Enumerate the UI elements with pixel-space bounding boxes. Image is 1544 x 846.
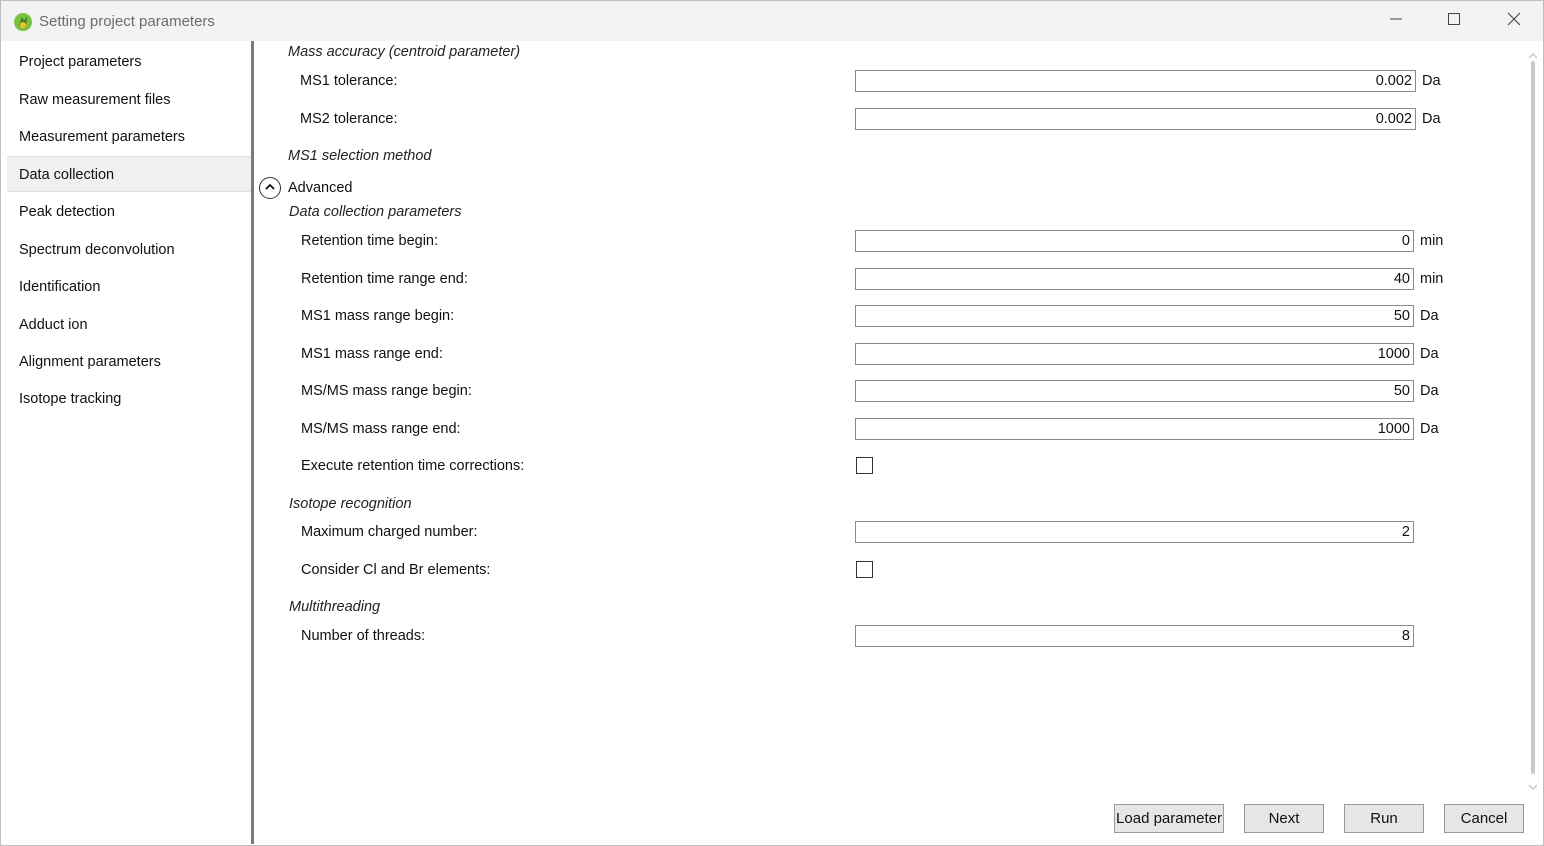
title-bar: Setting project parameters — [1, 1, 1543, 41]
ms1-mass-end-input[interactable]: 1000 — [855, 343, 1414, 365]
chevron-up-circle-icon — [264, 180, 276, 196]
mass-accuracy-title: Mass accuracy (centroid parameter) — [288, 44, 521, 60]
ms1-tolerance-unit: Da — [1422, 73, 1441, 89]
cl-br-checkbox[interactable] — [856, 561, 873, 578]
window-title: Setting project parameters — [39, 13, 215, 30]
next-button[interactable]: Next — [1244, 804, 1324, 833]
ms2-tolerance-unit: Da — [1422, 111, 1441, 127]
sidebar-item-raw-measurement-files[interactable]: Raw measurement files — [7, 82, 251, 118]
cl-br-label: Consider Cl and Br elements: — [301, 562, 491, 578]
data-collection-title: Data collection parameters — [289, 204, 462, 220]
rt-begin-label: Retention time begin: — [301, 233, 439, 249]
ms1-tolerance-label: MS1 tolerance: — [300, 73, 398, 89]
maximize-button[interactable] — [1425, 1, 1483, 41]
sidebar-item-data-collection[interactable]: Data collection — [7, 156, 251, 192]
parameters-panel: Mass accuracy (centroid parameter) MS1 t… — [257, 41, 1527, 801]
minimize-icon — [1389, 12, 1403, 30]
msms-mass-end-unit: Da — [1420, 421, 1439, 437]
scroll-up-arrow-icon[interactable] — [1528, 48, 1538, 59]
max-charge-input[interactable]: 2 — [855, 521, 1414, 543]
cancel-button[interactable]: Cancel — [1444, 804, 1524, 833]
sidebar-item-project-parameters[interactable]: Project parameters — [7, 44, 251, 80]
multithreading-title: Multithreading — [289, 599, 381, 615]
ms2-tolerance-label: MS2 tolerance: — [300, 111, 398, 127]
load-parameter-button[interactable]: Load parameter — [1114, 804, 1224, 833]
advanced-label[interactable]: Advanced — [288, 180, 353, 196]
sidebar-nav: Project parameters Raw measurement files… — [4, 41, 254, 844]
app-leaf-icon — [13, 12, 33, 32]
msms-mass-begin-unit: Da — [1420, 383, 1439, 399]
sidebar-item-spectrum-deconvolution[interactable]: Spectrum deconvolution — [7, 232, 251, 268]
sidebar-item-peak-detection[interactable]: Peak detection — [7, 194, 251, 230]
ms1-mass-begin-unit: Da — [1420, 308, 1439, 324]
ms2-tolerance-input[interactable]: 0.002 — [855, 108, 1416, 130]
ms1-mass-begin-label: MS1 mass range begin: — [301, 308, 455, 324]
msms-mass-end-input[interactable]: 1000 — [855, 418, 1414, 440]
ms1-tolerance-input[interactable]: 0.002 — [855, 70, 1416, 92]
msms-mass-end-label: MS/MS mass range end: — [301, 421, 461, 437]
minimize-button[interactable] — [1367, 1, 1425, 41]
max-charge-label: Maximum charged number: — [301, 524, 478, 540]
scrollbar-thumb[interactable] — [1531, 61, 1535, 774]
ms1-mass-end-label: MS1 mass range end: — [301, 346, 443, 362]
advanced-toggle-button[interactable] — [259, 177, 281, 199]
scroll-down-arrow-icon[interactable] — [1528, 779, 1538, 790]
isotope-recognition-title: Isotope recognition — [289, 496, 412, 512]
rt-correction-label: Execute retention time corrections: — [301, 458, 525, 474]
msms-mass-begin-label: MS/MS mass range begin: — [301, 383, 472, 399]
sidebar-item-isotope-tracking[interactable]: Isotope tracking — [7, 381, 251, 417]
ms1-mass-begin-input[interactable]: 50 — [855, 305, 1414, 327]
vertical-scrollbar[interactable] — [1524, 41, 1542, 796]
sidebar-item-measurement-parameters[interactable]: Measurement parameters — [7, 119, 251, 155]
threads-label: Number of threads: — [301, 628, 426, 644]
rt-correction-checkbox[interactable] — [856, 457, 873, 474]
ms1-mass-end-unit: Da — [1420, 346, 1439, 362]
rt-begin-unit: min — [1420, 233, 1444, 249]
sidebar-item-alignment-parameters[interactable]: Alignment parameters — [7, 344, 251, 380]
run-button[interactable]: Run — [1344, 804, 1424, 833]
close-icon — [1507, 12, 1521, 30]
settings-window: Setting project parameters Project param… — [0, 0, 1544, 846]
rt-end-unit: min — [1420, 271, 1444, 287]
rt-end-input[interactable]: 40 — [855, 268, 1414, 290]
rt-begin-input[interactable]: 0 — [855, 230, 1414, 252]
threads-input[interactable]: 8 — [855, 625, 1414, 647]
msms-mass-begin-input[interactable]: 50 — [855, 380, 1414, 402]
close-button[interactable] — [1485, 1, 1543, 41]
rt-end-label: Retention time range end: — [301, 271, 468, 287]
sidebar-item-identification[interactable]: Identification — [7, 269, 251, 305]
ms1-selection-title: MS1 selection method — [288, 148, 432, 164]
sidebar-item-adduct-ion[interactable]: Adduct ion — [7, 307, 251, 343]
maximize-icon — [1447, 12, 1461, 30]
